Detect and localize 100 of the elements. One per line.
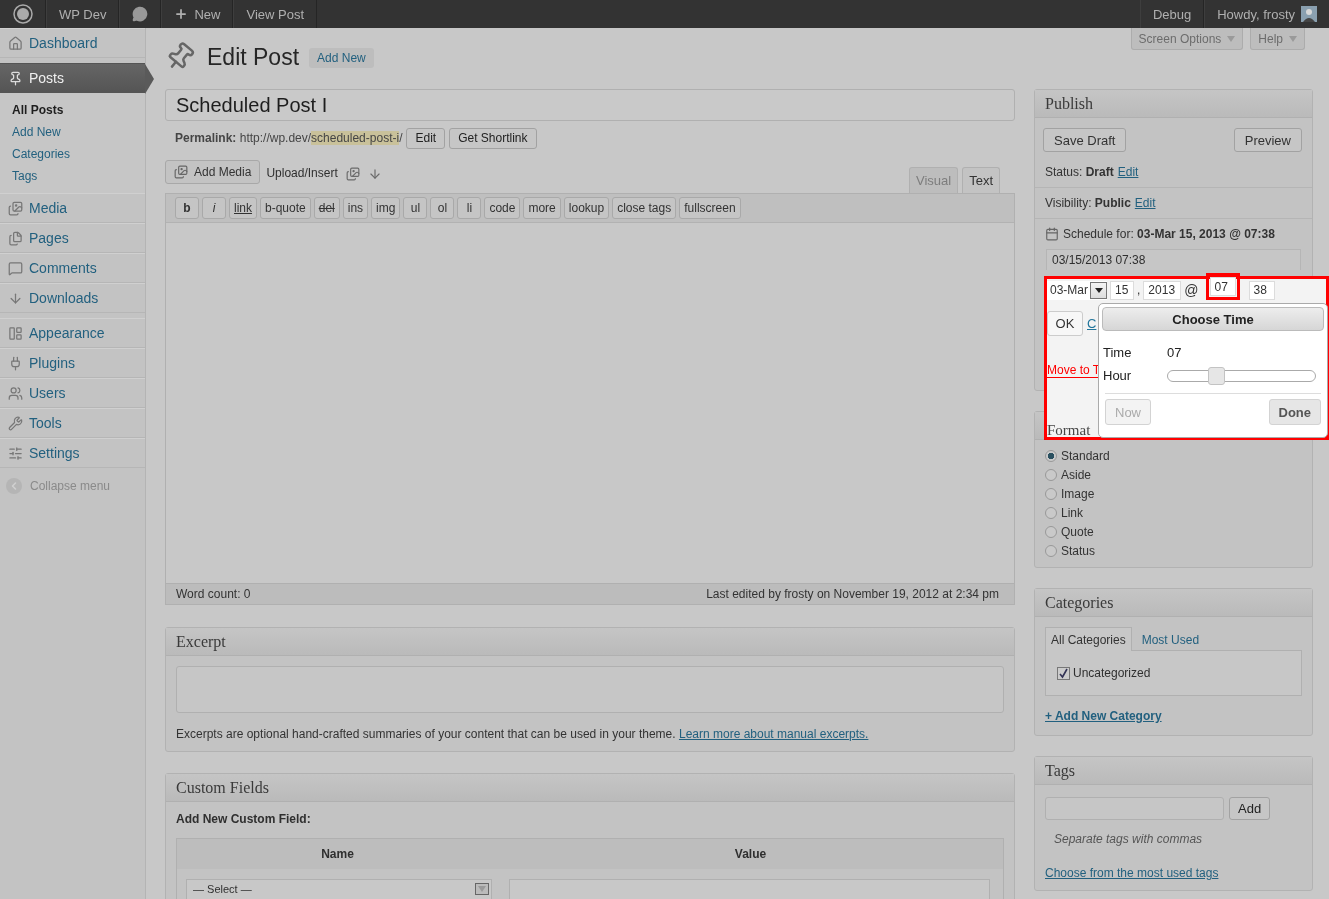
format-option: Quote	[1061, 525, 1094, 539]
box-title: Format	[1047, 422, 1092, 438]
slider-thumb[interactable]	[1207, 366, 1225, 385]
down-arrow-icon[interactable]	[367, 167, 382, 181]
quicktag-button[interactable]: code	[484, 197, 521, 219]
speech-bubble-icon	[8, 260, 23, 276]
menu-item[interactable]: Tools	[0, 408, 145, 438]
menu-item[interactable]: Users	[0, 378, 145, 408]
house-icon	[8, 35, 23, 51]
title-field[interactable]: Scheduled Post I	[165, 89, 1015, 121]
down-arrow-icon	[8, 290, 23, 306]
menu-item[interactable]: Dashboard	[0, 28, 145, 58]
editor-tab[interactable]: Text	[962, 167, 1000, 193]
category-tab[interactable]: Most Used	[1135, 627, 1206, 651]
day-field[interactable]: 15	[1110, 280, 1134, 300]
add-new-button[interactable]: Add New	[309, 48, 374, 68]
site-link[interactable]: WP Dev	[46, 0, 120, 28]
quicktag-button[interactable]: ins	[342, 197, 369, 219]
pushpin-icon	[8, 70, 23, 86]
menu-item[interactable]: Pages	[0, 223, 145, 253]
view-post-link[interactable]: View Post	[233, 0, 318, 28]
year-field[interactable]: 2013	[1143, 280, 1182, 300]
minute-field[interactable]: 38	[1248, 280, 1275, 300]
checkbox[interactable]	[1057, 666, 1070, 680]
layout-icon	[8, 325, 23, 341]
sliders-icon	[8, 445, 23, 461]
hour-slider[interactable]	[1167, 369, 1316, 382]
box-title: Custom Fields	[166, 774, 1014, 802]
box-title: Categories	[1035, 589, 1312, 617]
ok-button[interactable]: OK	[1047, 311, 1083, 336]
submenu-item[interactable]: All Posts	[0, 99, 145, 121]
quicktag-button[interactable]: ul	[403, 197, 428, 219]
quicktag-button[interactable]: li	[457, 197, 482, 219]
hour-label: Hour	[1103, 368, 1133, 383]
preview-button[interactable]: Preview	[1233, 128, 1302, 152]
time-label: Time	[1103, 345, 1133, 360]
radio-button[interactable]	[1045, 526, 1057, 538]
quicktag-button[interactable]: lookup	[563, 197, 610, 219]
quicktag-button[interactable]: b-quote	[260, 197, 311, 219]
month-select[interactable]: 03-Mar	[1047, 280, 1107, 300]
schedule-field: 03/15/2013 07:38	[1046, 249, 1301, 270]
value-field[interactable]	[509, 879, 990, 899]
submenu-item[interactable]: Add New	[0, 121, 145, 143]
quicktag-button[interactable]: more	[523, 197, 561, 219]
hour-field[interactable]: 07	[1209, 277, 1236, 296]
radio-button[interactable]	[1045, 450, 1057, 462]
add-tag-button[interactable]: Add	[1229, 797, 1271, 820]
category-tab[interactable]: All Categories	[1045, 627, 1132, 651]
plus-icon	[174, 7, 189, 21]
column-header: Value	[733, 847, 768, 861]
radio-button[interactable]	[1045, 488, 1057, 500]
status-text: Status: Draft	[1045, 165, 1114, 179]
done-button[interactable]: Done	[1268, 399, 1321, 425]
logo-icon[interactable]	[12, 4, 33, 24]
custom-field-heading: Add New Custom Field:	[176, 812, 312, 826]
excerpt-help-text: Excerpts are optional hand-crafted summaries of your content that can be used in your theme. Learn more about manual excerpts.	[176, 727, 870, 741]
excerpt-help-link[interactable]: Learn more about manual excerpts.	[678, 727, 869, 741]
format-option: Status	[1061, 544, 1096, 558]
quicktag-button[interactable]: close tags	[612, 197, 677, 219]
schedule-text: Schedule for: 03-Mar 15, 2013 @ 07:38	[1063, 227, 1275, 241]
submenu-item[interactable]: Categories	[0, 143, 145, 165]
comment-icon[interactable]	[132, 6, 149, 22]
radio-button[interactable]	[1045, 469, 1057, 481]
quicktag-button[interactable]: link	[229, 197, 257, 219]
save-draft-button[interactable]: Save Draft	[1043, 128, 1127, 152]
most-used-tags-link[interactable]: Choose from the most used tags	[1045, 866, 1302, 880]
menu-item[interactable]: Comments	[0, 253, 145, 283]
quicktag-button[interactable]: del	[313, 197, 340, 219]
new-menu[interactable]: New	[161, 0, 234, 28]
cancel-link[interactable]: C	[1087, 316, 1097, 331]
tags-hint: Separate tags with commas	[1054, 832, 1204, 846]
last-edited-text: Last edited by frosty on November 19, 2012 at 2:34 pm	[706, 587, 999, 601]
menu-item[interactable]: Downloads	[0, 283, 145, 313]
quicktag-button[interactable]: b	[175, 197, 199, 219]
radio-button[interactable]	[1045, 545, 1057, 557]
time-value: 07	[1167, 345, 1183, 360]
quicktag-button[interactable]: fullscreen	[679, 197, 741, 219]
wrench-icon	[8, 415, 23, 431]
add-media-button[interactable]: Add Media	[165, 160, 261, 184]
menu-item[interactable]: Plugins	[0, 348, 145, 378]
quicktag-button[interactable]: img	[371, 197, 401, 219]
menu-item[interactable]: Settings	[0, 438, 145, 468]
quicktag-button[interactable]: i	[202, 197, 226, 219]
images-icon	[8, 200, 23, 216]
avatar-icon	[1301, 6, 1317, 22]
permalink-text: Permalink: http://wp.dev/scheduled-post-i/	[175, 131, 403, 145]
name-select[interactable]: — Select —	[186, 879, 492, 899]
menu-item[interactable]: Media	[0, 193, 145, 223]
edit-link[interactable]: Edit	[1134, 196, 1156, 210]
permalink-button[interactable]: Get Shortlink	[449, 127, 537, 149]
add-category-link[interactable]: + Add New Category	[1045, 709, 1162, 723]
radio-button[interactable]	[1045, 507, 1057, 519]
menu-item[interactable]: Appearance	[0, 318, 145, 348]
images-icon[interactable]	[345, 167, 360, 181]
quicktag-button[interactable]: ol	[430, 197, 455, 219]
edit-link[interactable]: Edit	[1117, 165, 1139, 179]
submenu-item[interactable]: Tags	[0, 165, 145, 187]
upload-insert-label: Upload/Insert	[266, 166, 338, 180]
permalink-button[interactable]: Edit	[406, 127, 446, 149]
category-label: Uncategorized	[1073, 666, 1151, 680]
